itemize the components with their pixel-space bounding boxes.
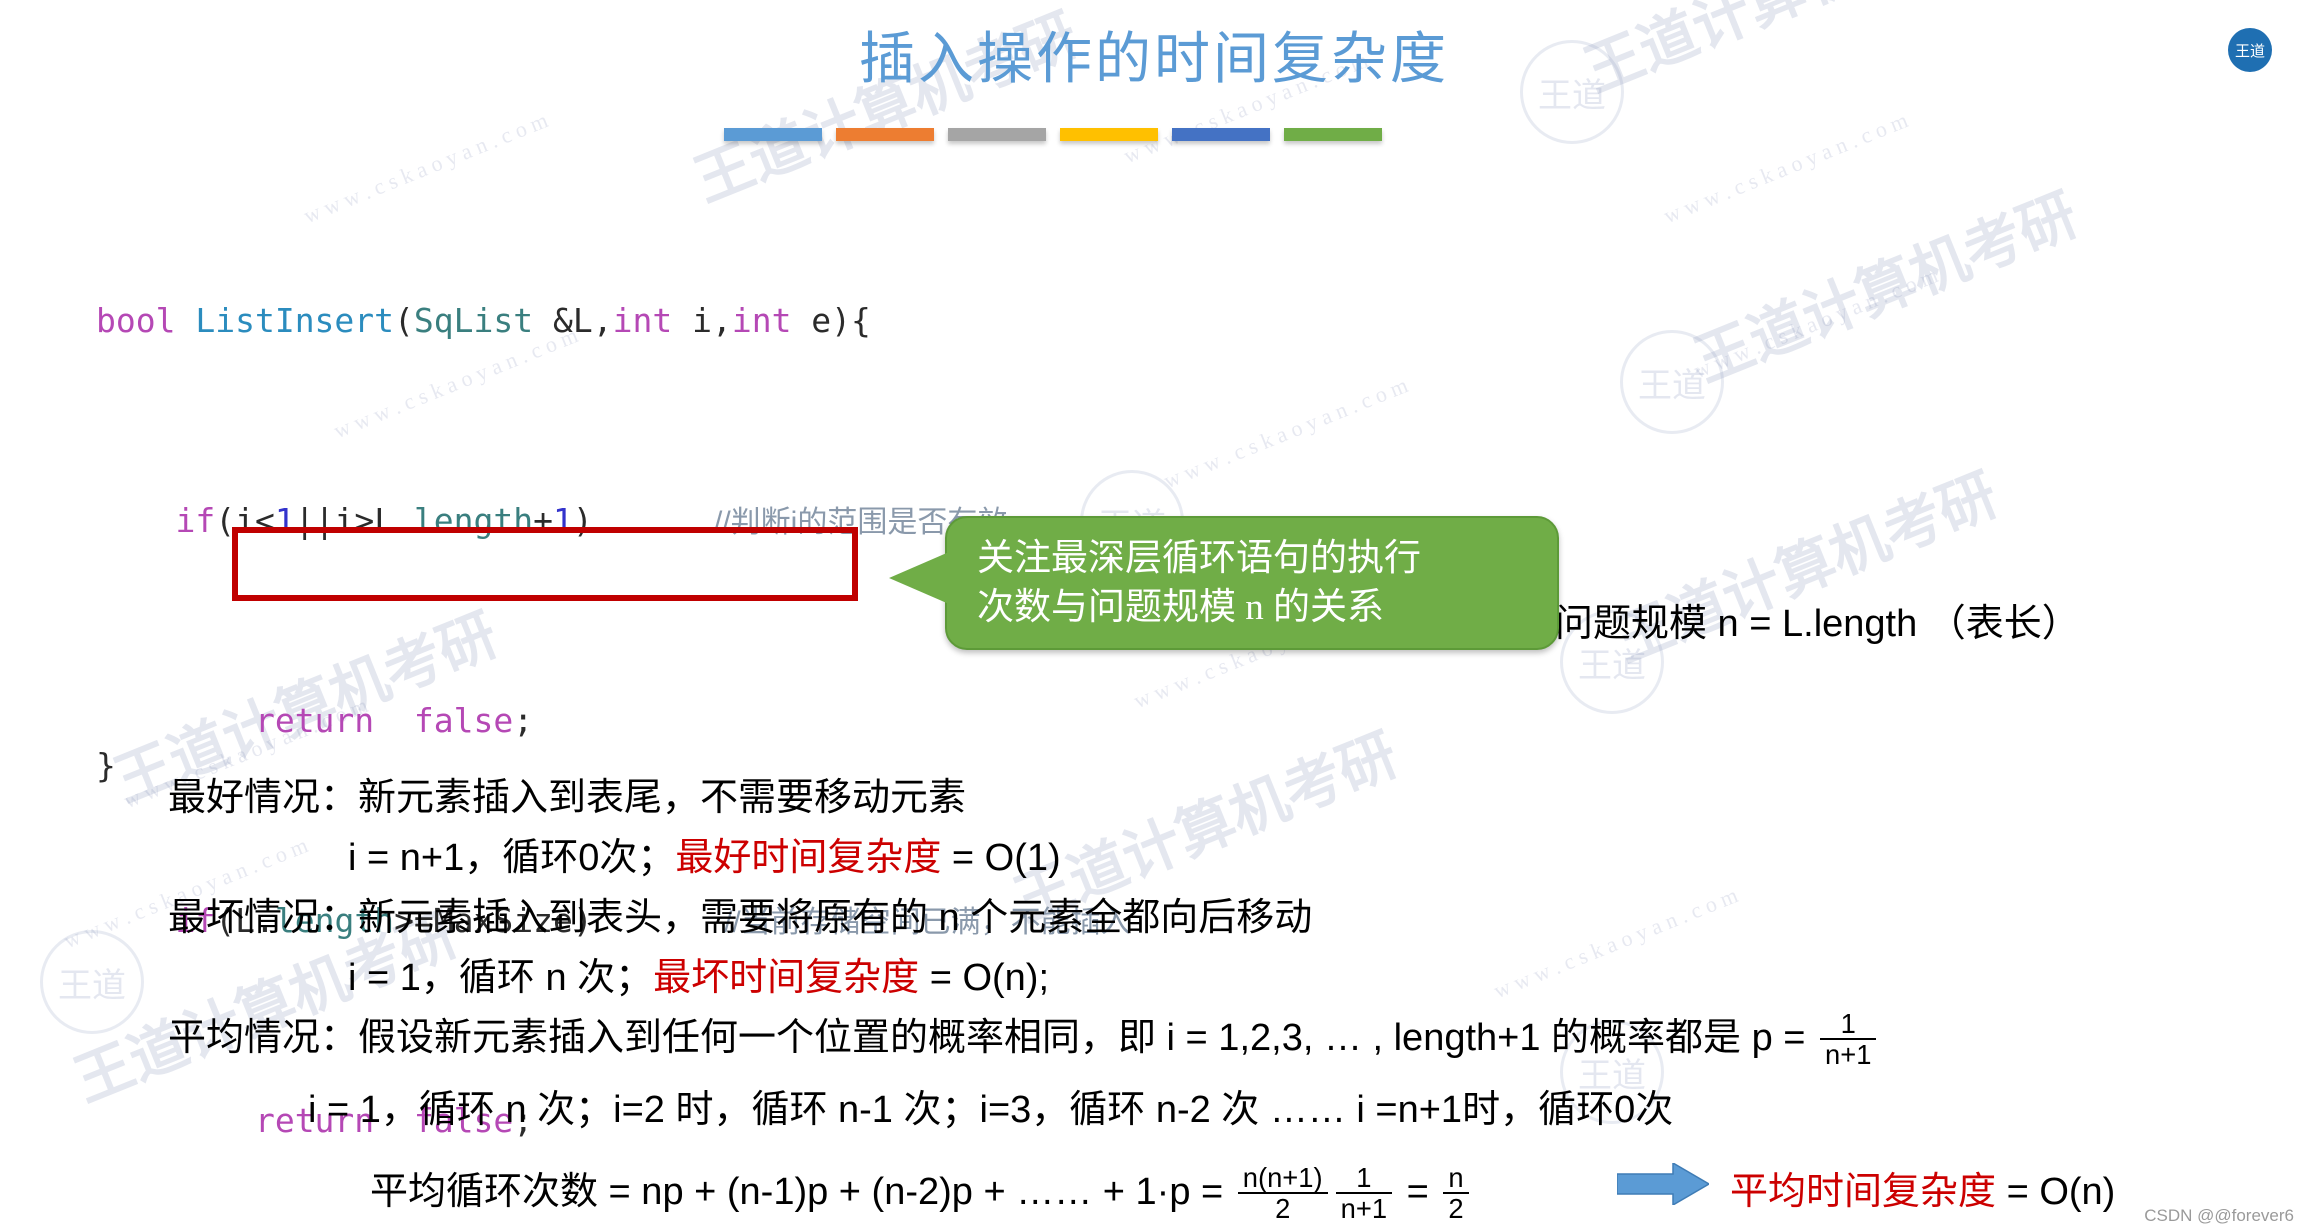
fraction-denominator: 2 (1443, 1192, 1469, 1223)
highlight-rectangle (232, 527, 858, 601)
watermark-url: w w w . c s k a o y a n . c o m (1160, 372, 1412, 494)
brand-badge-icon: 王道 (2228, 28, 2272, 72)
code-token-keyword: false (413, 701, 514, 740)
green-callout: 关注最深层循环语句的执行 次数与问题规模 n 的关系 (889, 516, 1559, 650)
callout-line-1: 关注最深层循环语句的执行 (977, 538, 1421, 579)
best-case-label: 最好情况：新元素插入到表尾，不需要移动元素 (168, 777, 967, 819)
fraction-denominator: n+1 (1335, 1192, 1393, 1223)
average-case-result: 平均时间复杂度 = O(n) (1730, 1160, 2115, 1215)
watermark-url: w w w . c s k a o y a n . c o m (1490, 882, 1742, 1004)
code-token-function: ListInsert (175, 301, 395, 340)
code-token-plain: e){ (791, 301, 871, 340)
code-block: bool ListInsert(SqList &L,int i,int e){ … (96, 196, 1131, 1232)
callout-tail-icon (889, 552, 949, 604)
average-case-label: 平均情况：假设新元素插入到任何一个位置的概率相同，即 i = 1,2,3, … … (168, 1006, 1880, 1069)
average-formula-prefix: 平均循环次数 = np + (n-1)p + (n-2)p + …… + 1·p… (370, 1171, 1234, 1213)
fraction-denominator: n+1 (1820, 1038, 1877, 1069)
code-token-plain: &L, (533, 301, 613, 340)
csdn-credit: CSDN @@forever6 (2144, 1206, 2294, 1225)
code-token-plain: i, (672, 301, 732, 340)
worst-case-detail-prefix: i = 1，循环 n 次； (348, 957, 654, 999)
average-complexity-label: 平均时间复杂度 (1730, 1171, 1997, 1213)
code-line-3: return false; (96, 696, 871, 746)
average-case-label-text: 平均情况：假设新元素插入到任何一个位置的概率相同，即 i = 1,2,3, … … (168, 1017, 1817, 1059)
page-title: 插入操作的时间复杂度 (859, 29, 1449, 91)
fraction-numerator: 1 (1840, 1008, 1856, 1040)
code-token-plain: ( (394, 301, 414, 340)
watermark-brand: 王道计算机考研 (1685, 181, 2087, 395)
best-case-detail: i = n+1，循环0次；最好时间复杂度 = O(1) (348, 826, 1061, 881)
best-case-detail-prefix: i = n+1，循环0次； (348, 837, 676, 879)
formula-equals: = (1396, 1171, 1440, 1213)
accent-bar-blue (724, 128, 822, 141)
accent-bar-yellow (1060, 128, 1158, 141)
fraction-numerator: n (1448, 1162, 1464, 1194)
code-token-keyword: if (175, 501, 216, 540)
callout-text: 关注最深层循环语句的执行 次数与问题规模 n 的关系 (977, 534, 1539, 632)
worst-case-label: 最坏情况：新元素插入到表头，需要将原有的 n 个元素全都向后移动 (168, 897, 1313, 939)
code-token-keyword: int (612, 301, 673, 340)
watermark-url: w w w . c s k a o y a n . c o m (1690, 262, 1942, 384)
code-token-type: SqList (413, 301, 534, 340)
best-case-complexity-value: = O(1) (941, 837, 1061, 879)
code-line-1: bool ListInsert(SqList &L,int i,int e){ (96, 296, 871, 346)
best-case-complexity-label: 最好时间复杂度 (675, 837, 942, 879)
accent-bar-row (724, 128, 1382, 141)
code-token-keyword: bool (96, 301, 176, 340)
average-case-detail: i = 1，循环 n 次；i=2 时，循环 n-1 次；i=3，循环 n-2 次… (308, 1089, 1674, 1131)
worst-case-complexity-label: 最坏时间复杂度 (653, 957, 920, 999)
accent-bar-navy (1172, 128, 1270, 141)
code-token-plain: ; (513, 701, 534, 740)
formula-fraction-2: 1 n+1 (1335, 1162, 1393, 1223)
code-token-keyword: return (254, 701, 375, 740)
average-complexity-value: = O(n) (1996, 1171, 2116, 1213)
accent-bar-green (1284, 128, 1382, 141)
probability-fraction: 1 n+1 (1820, 1008, 1877, 1069)
fraction-denominator: 2 (1237, 1192, 1328, 1223)
formula-fraction-1: n(n+1) 2 (1237, 1162, 1328, 1223)
code-token-keyword: int (731, 301, 792, 340)
blue-arrow-icon (1617, 1163, 1709, 1205)
watermark-seal: 王道 (1620, 330, 1724, 434)
worst-case-detail: i = 1，循环 n 次；最坏时间复杂度 = O(n); (348, 946, 1049, 1001)
problem-size-note: 问题规模 n = L.length （表长） (1555, 603, 2080, 645)
watermark-url: w w w . c s k a o y a n . c o m (1660, 107, 1912, 229)
worst-case-complexity-value: = O(n); (919, 957, 1050, 999)
fraction-numerator: n(n+1) (1242, 1162, 1323, 1194)
fraction-numerator: 1 (1356, 1162, 1372, 1194)
average-formula: 平均循环次数 = np + (n-1)p + (n-2)p + …… + 1·p… (370, 1160, 1473, 1223)
accent-bar-orange (836, 128, 934, 141)
code-closing-brace: } (96, 746, 116, 785)
slide-canvas: w w w . c s k a o y a n . c o m w w w . … (0, 0, 2308, 1232)
formula-fraction-3: n2 (1443, 1162, 1469, 1223)
callout-line-2: 次数与问题规模 n 的关系 (977, 587, 1384, 628)
accent-bar-gray (948, 128, 1046, 141)
